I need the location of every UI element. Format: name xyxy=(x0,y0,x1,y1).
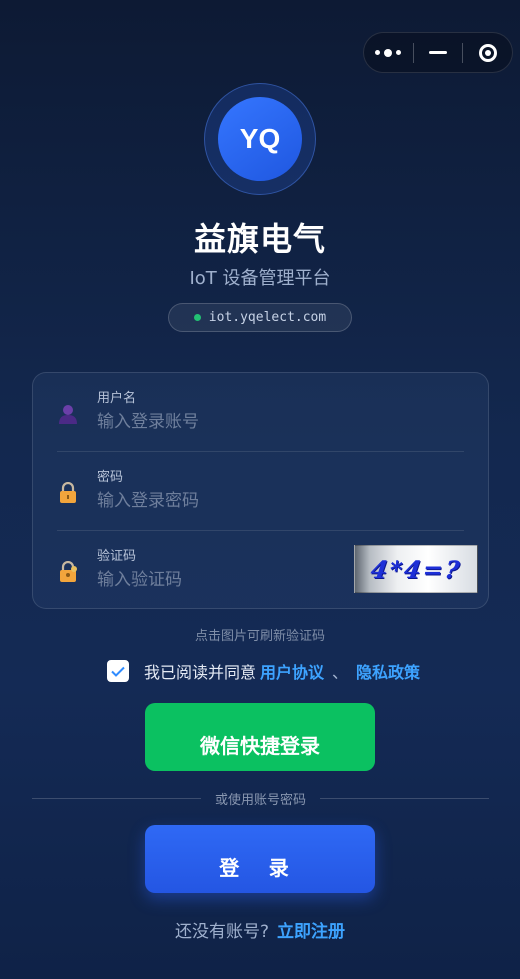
password-input[interactable] xyxy=(97,488,377,514)
platform-subtitle: IoT 设备管理平台 xyxy=(189,268,331,289)
divider-line xyxy=(32,797,201,799)
captcha-image-text: 4*4=? xyxy=(368,554,464,584)
username-input[interactable] xyxy=(97,409,377,435)
wechat-login-button[interactable]: 微信快捷登录 xyxy=(145,703,375,771)
captcha-input[interactable] xyxy=(97,567,327,593)
target-close-icon xyxy=(478,43,497,62)
user-icon xyxy=(59,405,77,424)
user-agreement-link[interactable]: 用户协议 xyxy=(260,659,324,683)
password-row: 密码 xyxy=(33,452,488,530)
username-row: 用户名 xyxy=(33,373,488,451)
lock-icon xyxy=(60,482,76,503)
password-label: 密码 xyxy=(97,470,124,485)
username-label: 用户名 xyxy=(97,391,137,406)
login-button[interactable]: 登 录 xyxy=(145,825,375,893)
domain-badge: iot.yqelect.com xyxy=(168,303,352,332)
close-button[interactable] xyxy=(463,33,512,72)
captcha-lock-icon xyxy=(60,561,77,582)
privacy-policy-link[interactable]: 隐私政策 xyxy=(356,659,420,683)
agreement-text: 我已阅读并同意 xyxy=(144,663,257,682)
checkmark-icon xyxy=(111,666,125,677)
status-dot-icon xyxy=(193,314,201,321)
register-row: 还没有账号? 立即注册 xyxy=(0,917,520,942)
minimize-button[interactable] xyxy=(414,33,463,72)
agreement-row: 我已阅读并同意 用户协议 、 隐私政策 xyxy=(107,659,420,683)
divider-line xyxy=(320,797,490,799)
agreement-checkbox[interactable] xyxy=(107,660,129,682)
domain-text: iot.yqelect.com xyxy=(208,310,327,325)
captcha-hint: 点击图片可刷新验证码 xyxy=(194,629,325,644)
or-divider: 或使用账号密码 xyxy=(32,788,490,808)
captcha-image[interactable]: 4*4=? xyxy=(354,545,478,593)
register-question: 还没有账号? xyxy=(174,922,270,942)
more-button[interactable] xyxy=(364,33,413,72)
login-form-card: 用户名 密码 验证码 4*4=? xyxy=(32,372,489,609)
brand-title: 益旗电气 xyxy=(193,220,326,258)
logo-ring: YQ xyxy=(204,83,316,195)
captcha-label: 验证码 xyxy=(97,549,137,564)
minimize-icon xyxy=(429,51,447,54)
mini-program-capsule xyxy=(363,32,513,73)
logo: YQ xyxy=(218,97,302,181)
register-link[interactable]: 立即注册 xyxy=(277,922,345,942)
or-divider-text: 或使用账号密码 xyxy=(215,792,307,808)
agreement-separator: 、 xyxy=(332,663,349,682)
more-dots-icon xyxy=(375,48,402,57)
